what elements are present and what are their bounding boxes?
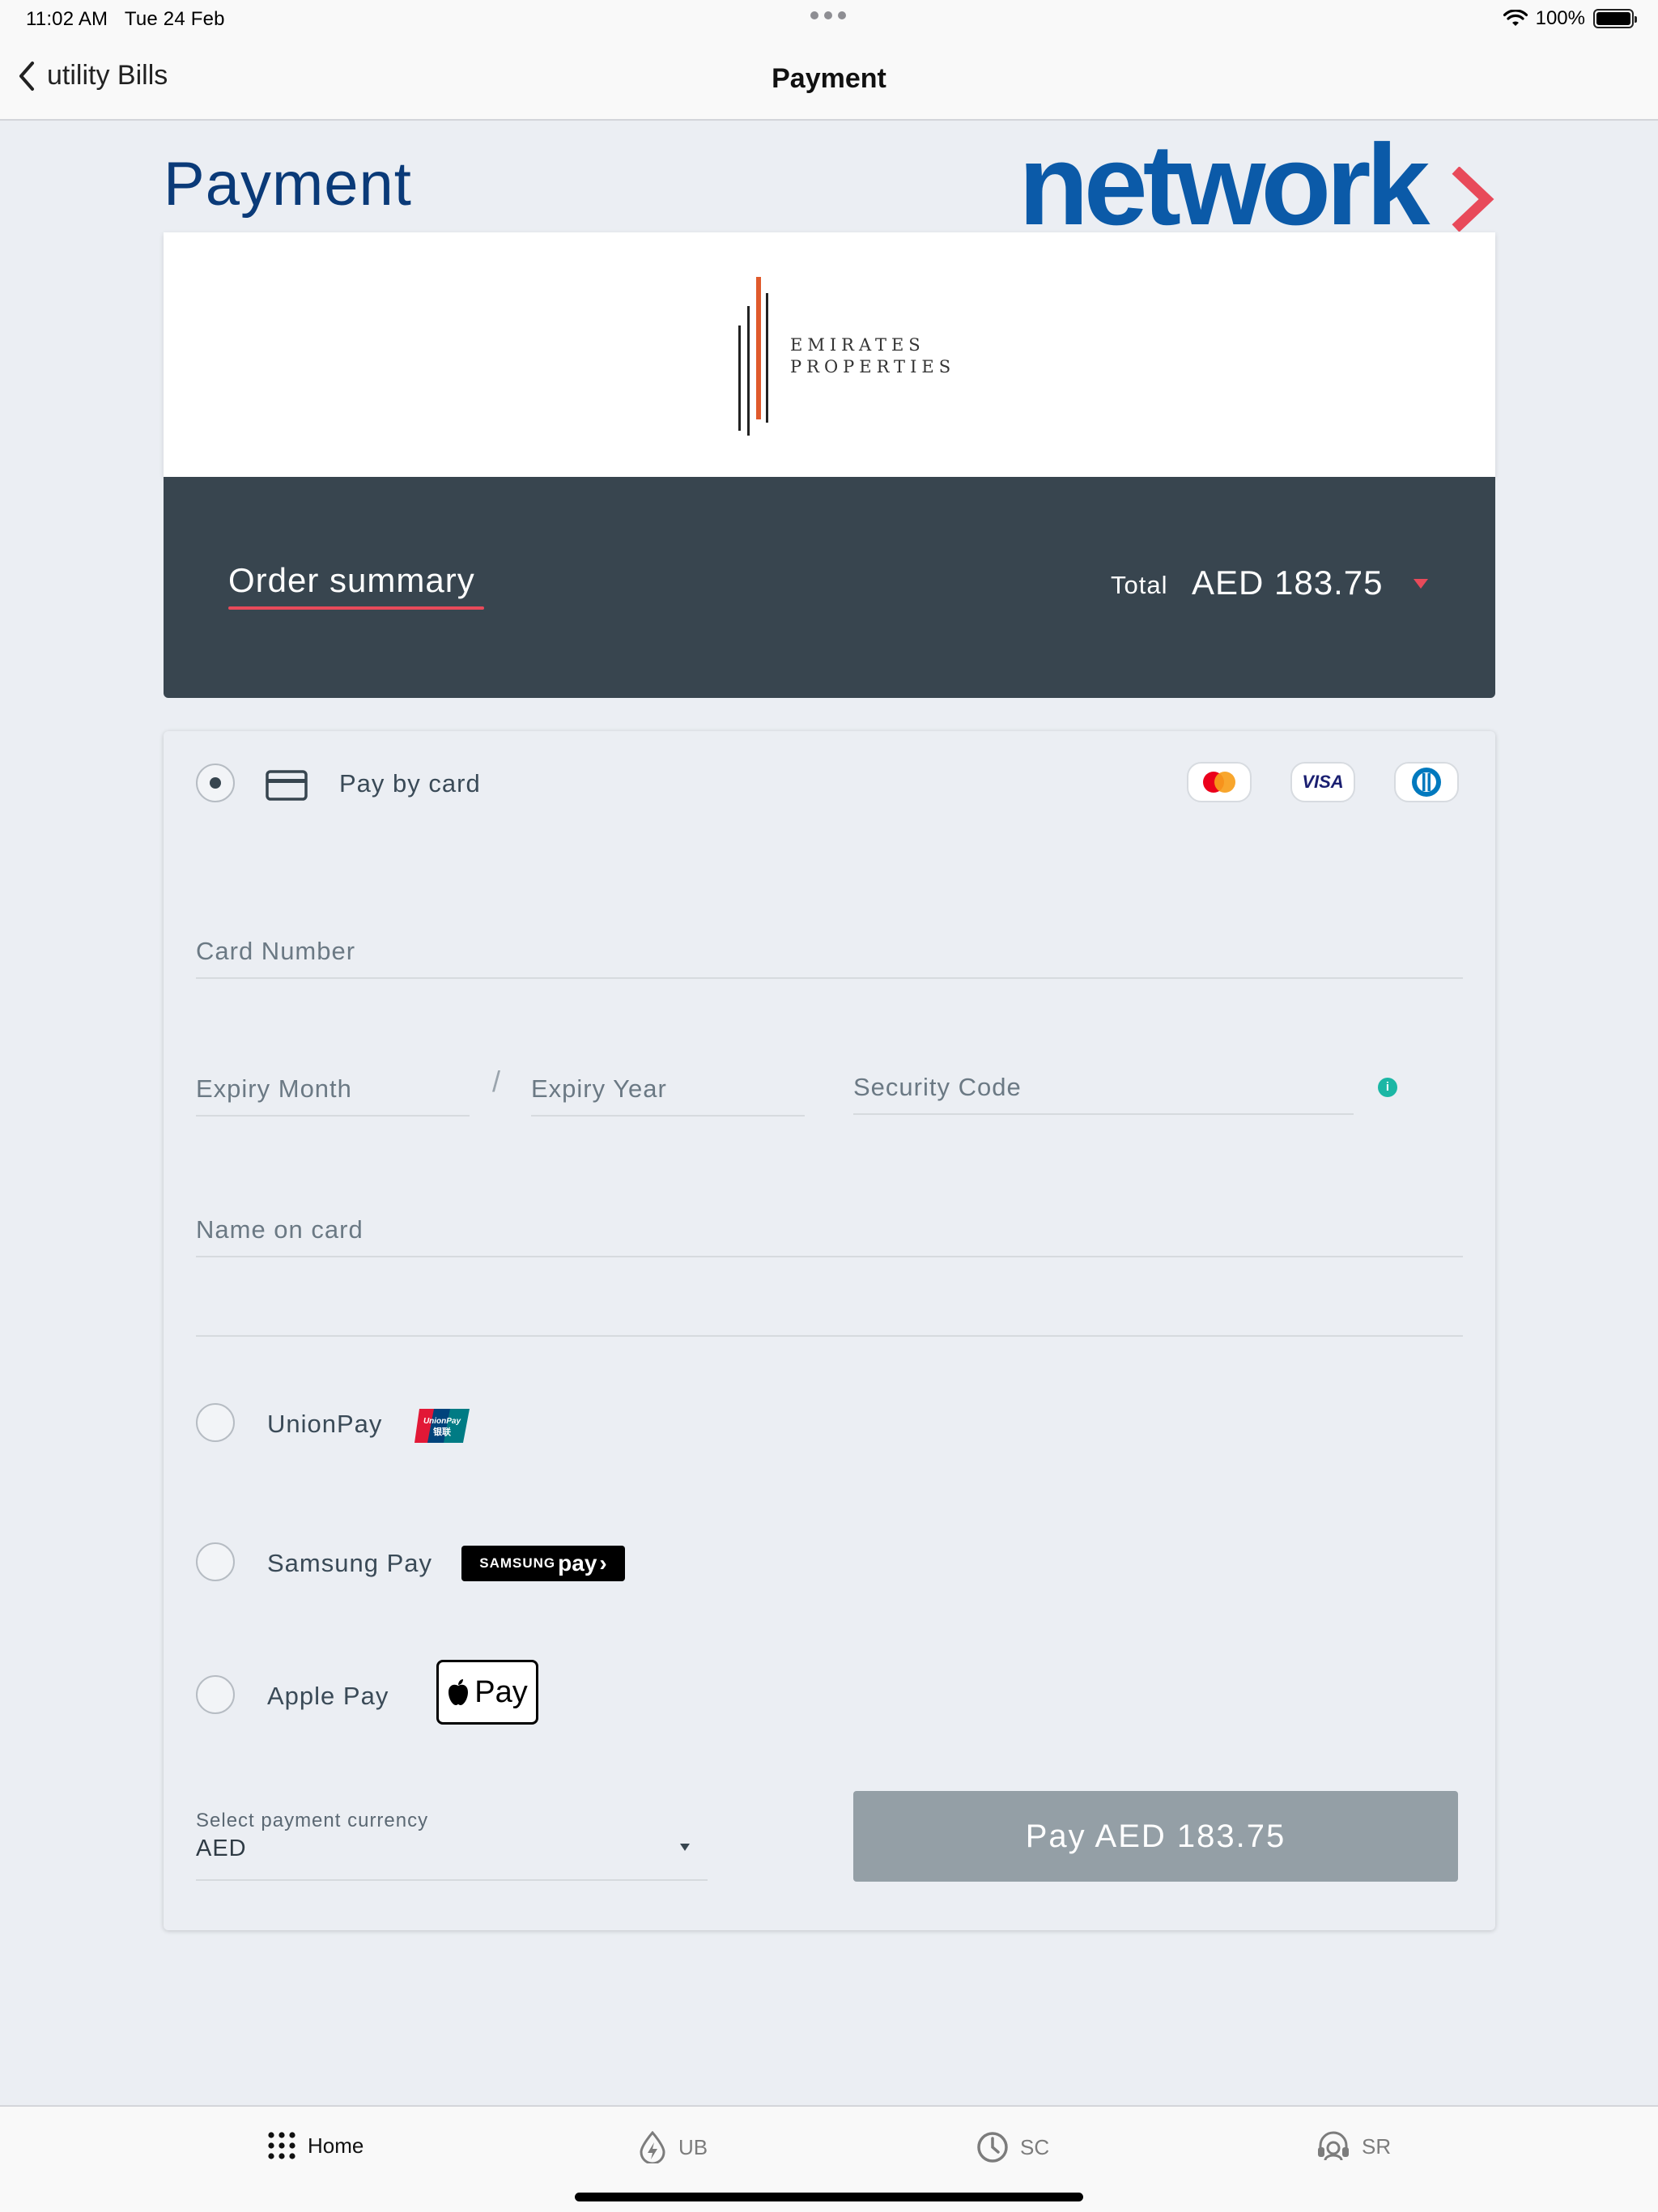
status-time: 11:02 AM Tue 24 Feb — [26, 8, 225, 30]
samsung-pay-logo-icon: SAMSUNG pay › — [461, 1546, 625, 1581]
tab-ub[interactable]: UB — [638, 2131, 708, 2163]
credit-card-icon — [266, 770, 308, 801]
name-on-card-input[interactable]: Name on card — [196, 1209, 1463, 1257]
svg-text:UnionPay: UnionPay — [423, 1417, 461, 1426]
diners-icon — [1394, 762, 1459, 802]
tab-sc[interactable]: SC — [976, 2131, 1049, 2163]
total-value: AED 183.75 — [1192, 564, 1384, 602]
expiry-year-input[interactable]: Expiry Year — [531, 1068, 805, 1117]
emirates-properties-logo-icon — [738, 277, 768, 436]
merchant-header: EMIRATES PROPERTIES — [164, 232, 1495, 477]
order-summary-bar: Order summary Total AED 183.75 — [164, 477, 1495, 698]
caret-down-icon[interactable] — [1413, 578, 1429, 589]
wifi-icon — [1503, 10, 1528, 26]
page-title: Payment — [164, 150, 412, 219]
merchant-name: EMIRATES PROPERTIES — [790, 335, 956, 376]
tab-sr[interactable]: SR — [1316, 2131, 1391, 2162]
pay-by-card-label: Pay by card — [339, 769, 481, 798]
status-indicators: 100% — [1503, 7, 1637, 30]
pay-button[interactable]: Pay AED 183.75 — [853, 1791, 1458, 1882]
battery-icon — [1593, 9, 1637, 28]
visa-icon: VISA — [1290, 762, 1355, 802]
order-summary-underline — [228, 606, 484, 610]
mastercard-icon — [1187, 762, 1252, 802]
home-indicator — [575, 2193, 1083, 2201]
expiry-separator: / — [492, 1065, 501, 1098]
navigation-bar: utility Bills Payment — [0, 40, 1658, 121]
section-divider — [196, 1335, 1463, 1337]
apple-pay-label: Apple Pay — [267, 1682, 389, 1710]
apple-pay-radio[interactable] — [196, 1675, 235, 1714]
grid-icon — [268, 2132, 295, 2159]
nav-title: Payment — [772, 63, 886, 94]
payment-methods-card: Pay by card VISA Card Number Expiry Mont… — [164, 731, 1495, 1930]
samsung-pay-radio[interactable] — [196, 1542, 235, 1581]
pay-by-card-radio[interactable] — [196, 764, 235, 802]
clock-icon — [977, 2132, 1008, 2163]
tab-bar: Home UB SC SR — [0, 2105, 1658, 2212]
expiry-month-input[interactable]: Expiry Month — [196, 1068, 470, 1117]
security-code-input[interactable]: Security Code — [853, 1066, 1354, 1115]
network-chevron-icon — [1452, 167, 1494, 232]
unionpay-radio[interactable] — [196, 1403, 235, 1442]
apple-pay-logo-icon: Pay — [436, 1660, 538, 1725]
currency-select[interactable]: Select payment currency AED — [196, 1800, 708, 1881]
order-summary-toggle[interactable]: Order summary — [228, 561, 475, 600]
samsung-pay-label: Samsung Pay — [267, 1549, 432, 1577]
info-icon[interactable]: i — [1378, 1078, 1397, 1097]
status-bar: 11:02 AM Tue 24 Feb 100% — [0, 0, 1658, 40]
battery-percent: 100% — [1535, 7, 1585, 29]
bolt-drop-icon — [640, 2131, 665, 2163]
unionpay-logo-icon: UnionPay 银联 — [414, 1409, 470, 1443]
dropdown-arrow-icon — [680, 1844, 690, 1851]
total-label: Total — [1111, 571, 1168, 599]
headset-icon — [1318, 2131, 1349, 2161]
tab-home[interactable]: Home — [267, 2131, 363, 2160]
apple-icon — [449, 1679, 469, 1705]
multitasking-dots-icon[interactable] — [810, 11, 846, 19]
card-number-input[interactable]: Card Number — [196, 930, 1463, 979]
unionpay-label: UnionPay — [267, 1410, 383, 1438]
currency-caption: Select payment currency — [196, 1810, 429, 1831]
currency-value: AED — [196, 1836, 247, 1861]
network-logo: network — [1018, 121, 1430, 249]
svg-text:银联: 银联 — [433, 1426, 451, 1437]
